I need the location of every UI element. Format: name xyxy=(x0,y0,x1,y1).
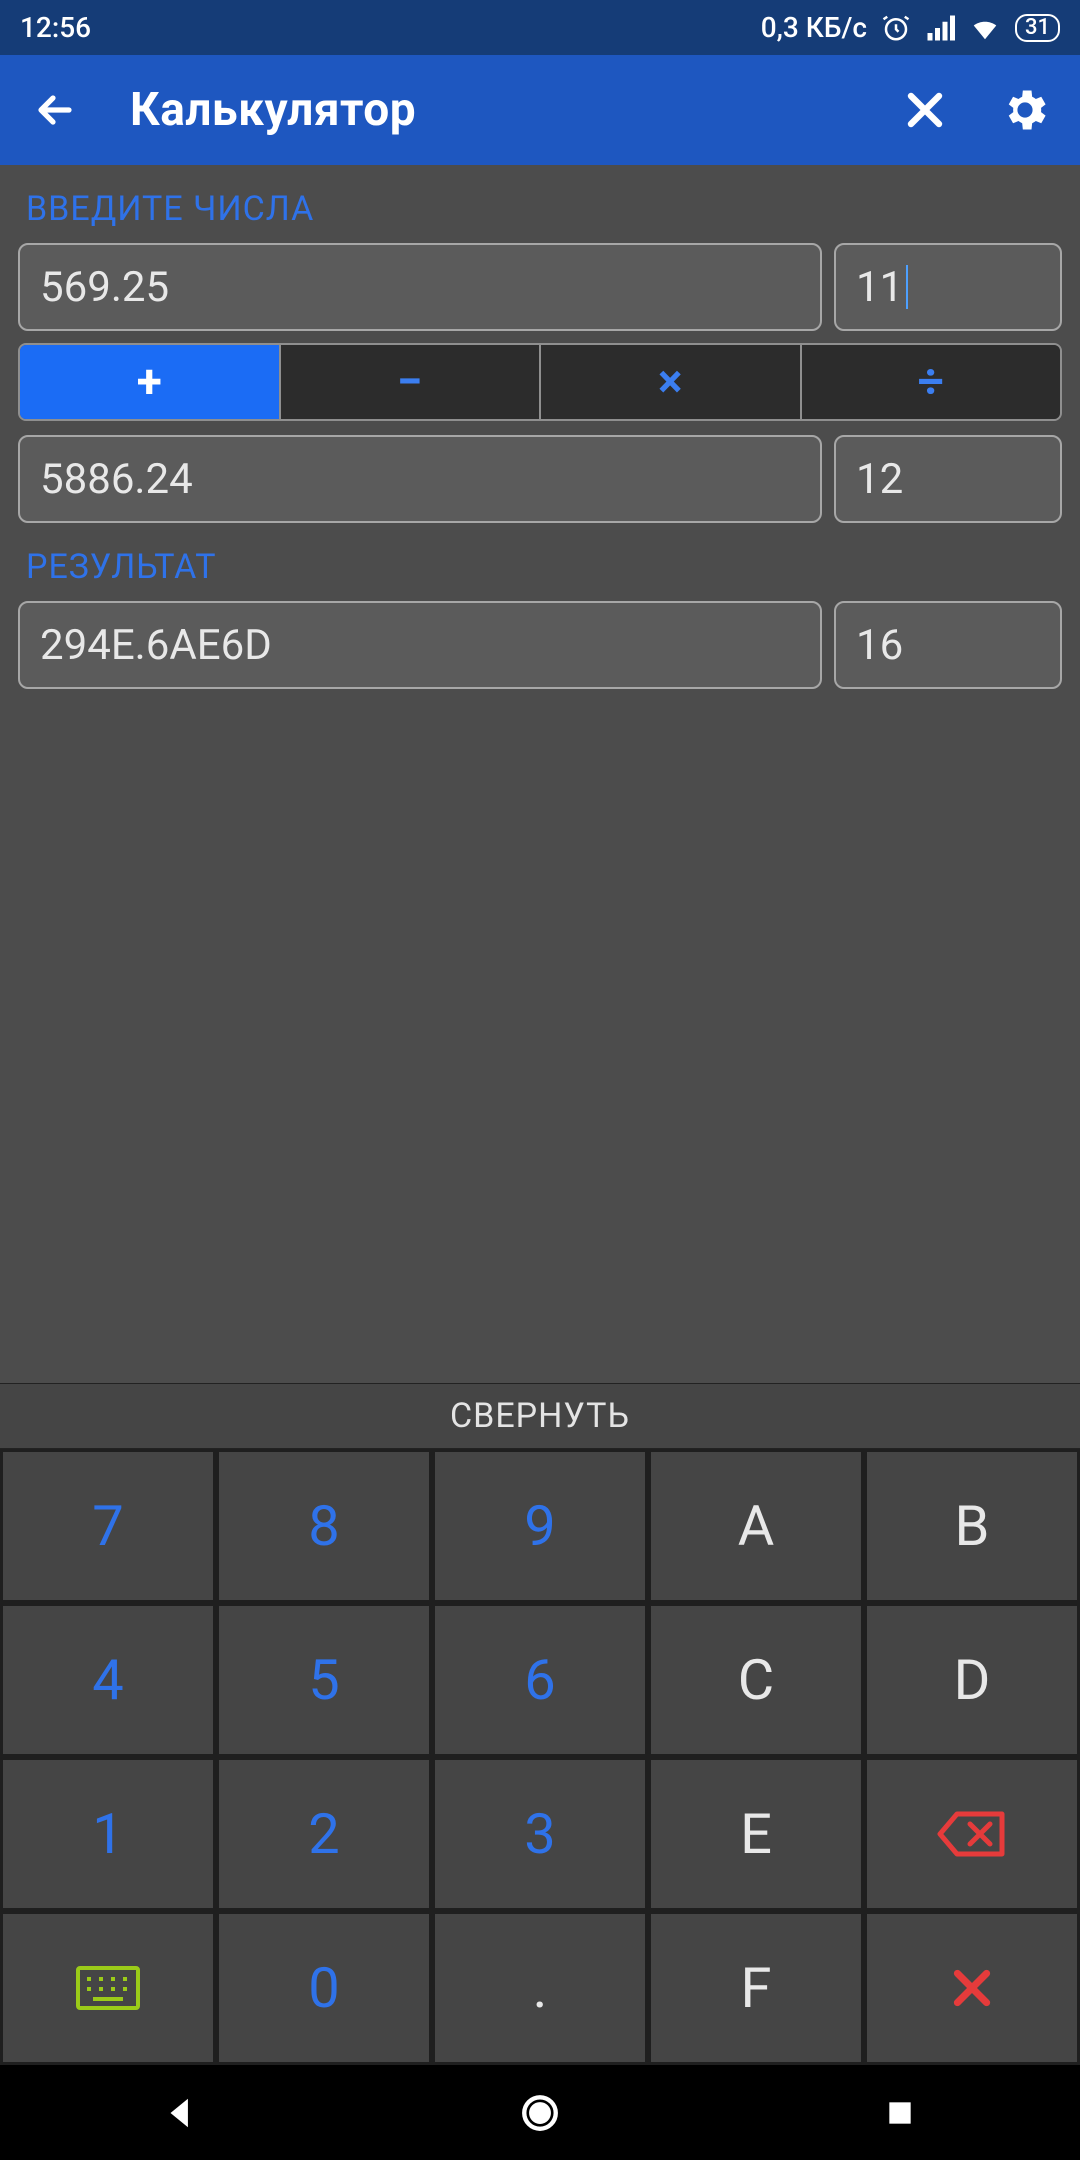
app-title: Калькулятор xyxy=(130,83,860,137)
result-label: РЕЗУЛЬТАТ xyxy=(26,547,1054,587)
operand1-value-input[interactable]: 569.25 xyxy=(18,243,822,331)
key-3[interactable]: 3 xyxy=(435,1760,645,1908)
multiply-icon: × xyxy=(658,355,682,409)
op-add-button[interactable]: + xyxy=(20,345,281,419)
nav-back-button[interactable] xyxy=(150,2083,210,2143)
key-0[interactable]: 0 xyxy=(219,1914,429,2062)
enter-numbers-label: ВВЕДИТЕ ЧИСЛА xyxy=(26,189,1054,229)
key-1[interactable]: 1 xyxy=(3,1760,213,1908)
backspace-icon xyxy=(937,1809,1007,1859)
result-base-input[interactable]: 16 xyxy=(834,601,1062,689)
alarm-icon xyxy=(881,13,911,43)
key-9[interactable]: 9 xyxy=(435,1452,645,1600)
keyboard-icon xyxy=(75,1965,141,2011)
key-F[interactable]: F xyxy=(651,1914,861,2062)
divide-icon: ÷ xyxy=(918,355,944,409)
nav-recent-button[interactable] xyxy=(870,2083,930,2143)
status-right: 0,3 КБ/с 31 xyxy=(761,11,1060,44)
status-net-speed: 0,3 КБ/с xyxy=(761,11,867,44)
key-7[interactable]: 7 xyxy=(3,1452,213,1600)
key-B[interactable]: B xyxy=(867,1452,1077,1600)
status-time: 12:56 xyxy=(20,11,91,44)
navigation-bar xyxy=(0,2065,1080,2160)
operation-selector: + − × ÷ xyxy=(18,343,1062,421)
battery-indicator: 31 xyxy=(1015,14,1060,42)
status-bar: 12:56 0,3 КБ/с 31 xyxy=(0,0,1080,55)
operand1-base-input[interactable]: 11 xyxy=(834,243,1062,331)
key-E[interactable]: E xyxy=(651,1760,861,1908)
key-4[interactable]: 4 xyxy=(3,1606,213,1754)
key-6[interactable]: 6 xyxy=(435,1606,645,1754)
key-2[interactable]: 2 xyxy=(219,1760,429,1908)
collapse-button[interactable]: СВЕРНУТЬ xyxy=(0,1383,1080,1449)
minus-icon: − xyxy=(397,355,423,409)
key-clear[interactable] xyxy=(867,1914,1077,2062)
op-sub-button[interactable]: − xyxy=(281,345,542,419)
keypad: СВЕРНУТЬ 7 8 9 A B 4 5 6 C D 1 2 3 E 0 .… xyxy=(0,1383,1080,2065)
result-value-output[interactable]: 294E.6AE6D xyxy=(18,601,822,689)
nav-home-button[interactable] xyxy=(510,2083,570,2143)
operand2-value-input[interactable]: 5886.24 xyxy=(18,435,822,523)
key-A[interactable]: A xyxy=(651,1452,861,1600)
key-backspace[interactable] xyxy=(867,1760,1077,1908)
clear-button[interactable] xyxy=(890,75,960,145)
key-D[interactable]: D xyxy=(867,1606,1077,1754)
key-keyboard[interactable] xyxy=(3,1914,213,2062)
key-5[interactable]: 5 xyxy=(219,1606,429,1754)
key-dot[interactable]: . xyxy=(435,1914,645,2062)
op-mul-button[interactable]: × xyxy=(541,345,802,419)
back-button[interactable] xyxy=(20,75,90,145)
content-area: ВВЕДИТЕ ЧИСЛА 569.25 11 + − × ÷ 5886.24 … xyxy=(0,165,1080,1383)
key-8[interactable]: 8 xyxy=(219,1452,429,1600)
plus-icon: + xyxy=(137,355,162,409)
close-icon xyxy=(947,1963,997,2013)
app-bar: Калькулятор xyxy=(0,55,1080,165)
settings-button[interactable] xyxy=(990,75,1060,145)
key-C[interactable]: C xyxy=(651,1606,861,1754)
operand2-base-input[interactable]: 12 xyxy=(834,435,1062,523)
op-div-button[interactable]: ÷ xyxy=(802,345,1061,419)
signal-icon xyxy=(925,13,955,43)
wifi-icon xyxy=(969,13,1001,43)
